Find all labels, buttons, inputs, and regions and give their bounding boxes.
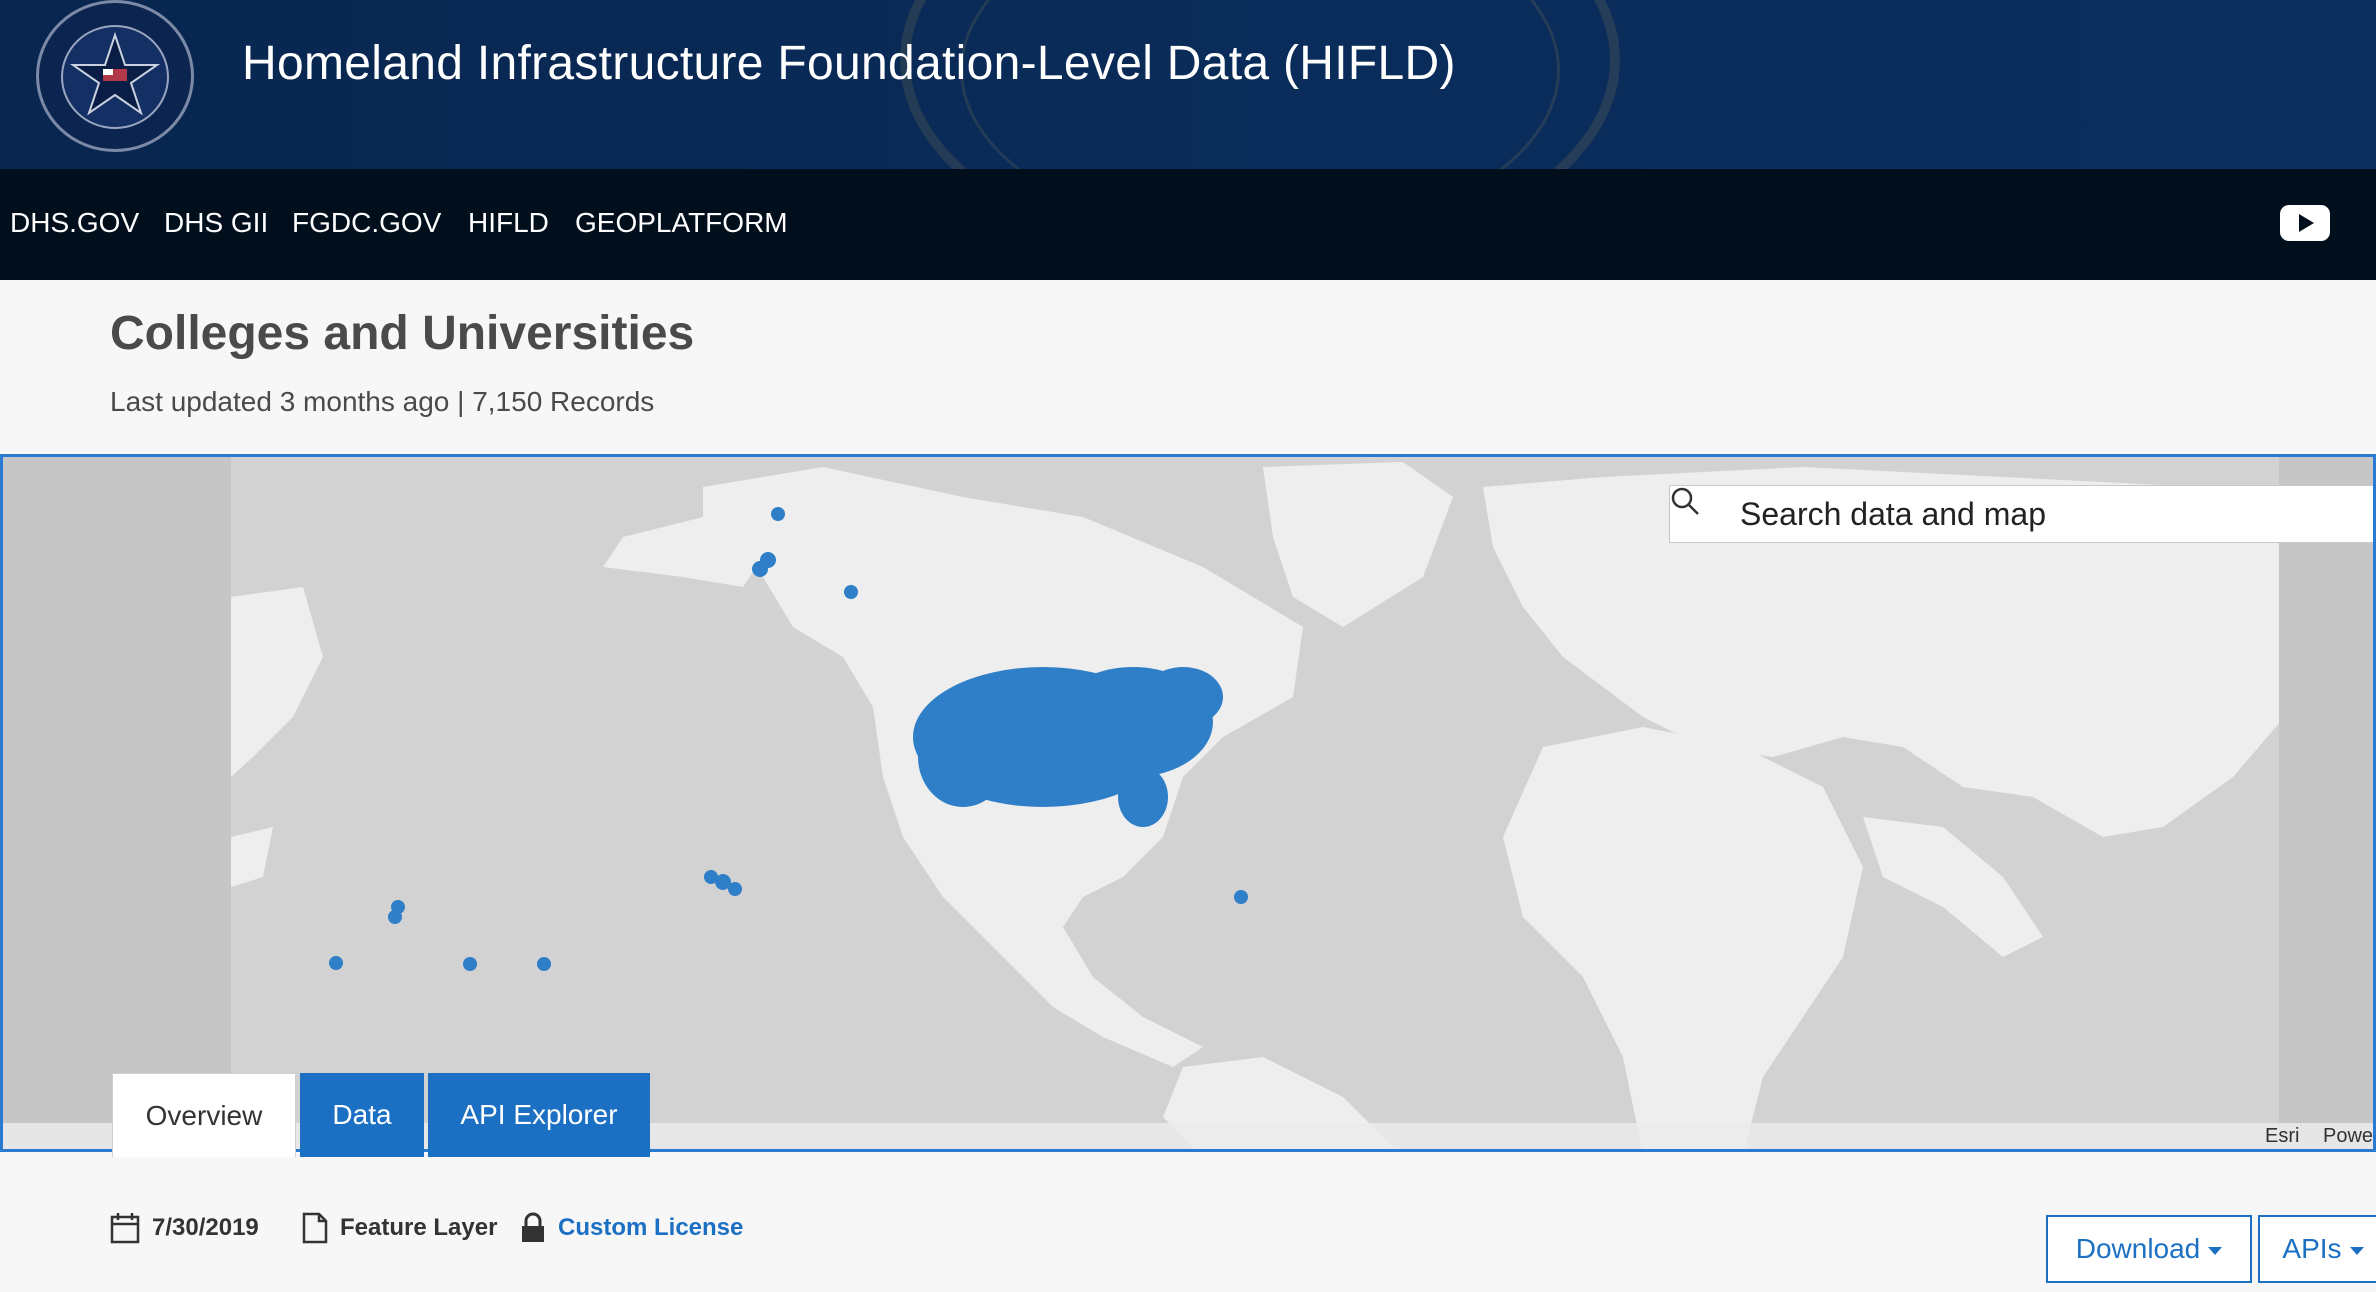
- meta-type: Feature Layer: [302, 1208, 497, 1248]
- data-point[interactable]: [388, 910, 402, 924]
- site-header: Homeland Infrastructure Foundation-Level…: [0, 0, 2376, 169]
- data-point[interactable]: [771, 507, 785, 521]
- data-point[interactable]: [752, 561, 768, 577]
- chevron-down-icon: [2208, 1247, 2223, 1255]
- meta-type-value: Feature Layer: [340, 1214, 498, 1241]
- meta-date: 7/30/2019: [110, 1208, 259, 1248]
- hifld-seal-icon[interactable]: [36, 0, 194, 152]
- meta-license: Custom License: [520, 1208, 743, 1248]
- data-point[interactable]: [329, 956, 343, 970]
- tab-data[interactable]: Data: [300, 1073, 424, 1157]
- search-icon[interactable]: [1670, 486, 1700, 516]
- download-button-label: Download: [2075, 1233, 2201, 1264]
- attribution-esri[interactable]: Esri: [2265, 1125, 2299, 1148]
- page: Homeland Infrastructure Foundation-Level…: [0, 0, 2376, 1292]
- apis-button-label: APIs: [2282, 1233, 2342, 1264]
- youtube-icon[interactable]: [2280, 205, 2330, 241]
- tab-api-explorer[interactable]: API Explorer: [428, 1073, 650, 1157]
- nav-link-dhs-gii[interactable]: DHS GII: [164, 207, 268, 239]
- chevron-down-icon: [2349, 1247, 2364, 1255]
- meta-date-value: 7/30/2019: [152, 1214, 259, 1241]
- nav-link-dhs-gov[interactable]: DHS.GOV: [10, 207, 139, 239]
- tab-overview[interactable]: Overview: [112, 1073, 296, 1157]
- lock-icon: [522, 1212, 544, 1242]
- star-icon: [69, 31, 161, 116]
- map-view[interactable]: Esri Powe: [0, 454, 2376, 1152]
- search-input[interactable]: [1740, 494, 2360, 534]
- apis-button[interactable]: APIs: [2258, 1215, 2376, 1283]
- data-point[interactable]: [728, 882, 742, 896]
- custom-license-link[interactable]: Custom License: [558, 1214, 743, 1242]
- map-search-box[interactable]: [1669, 485, 2373, 543]
- data-point[interactable]: [1234, 890, 1248, 904]
- calendar-icon: [110, 1213, 140, 1244]
- site-title: Homeland Infrastructure Foundation-Level…: [242, 37, 1456, 90]
- nav-link-geoplatform[interactable]: GEOPLATFORM: [575, 207, 788, 239]
- nav-link-fgdc-gov[interactable]: FGDC.GOV: [292, 207, 441, 239]
- data-point[interactable]: [537, 957, 551, 971]
- document-icon: [302, 1212, 328, 1244]
- data-point[interactable]: [463, 957, 477, 971]
- page-title: Colleges and Universities: [110, 307, 695, 360]
- world-map[interactable]: [3, 457, 2376, 1152]
- data-point[interactable]: [844, 585, 858, 599]
- attribution-powered[interactable]: Powe: [2323, 1125, 2373, 1148]
- dataset-subtitle: Last updated 3 months ago | 7,150 Record…: [110, 386, 655, 417]
- nav-link-hifld[interactable]: HIFLD: [468, 207, 549, 239]
- top-nav: DHS.GOV DHS GII FGDC.GOV HIFLD GEOPLATFO…: [0, 169, 2376, 280]
- download-button[interactable]: Download: [2046, 1215, 2252, 1283]
